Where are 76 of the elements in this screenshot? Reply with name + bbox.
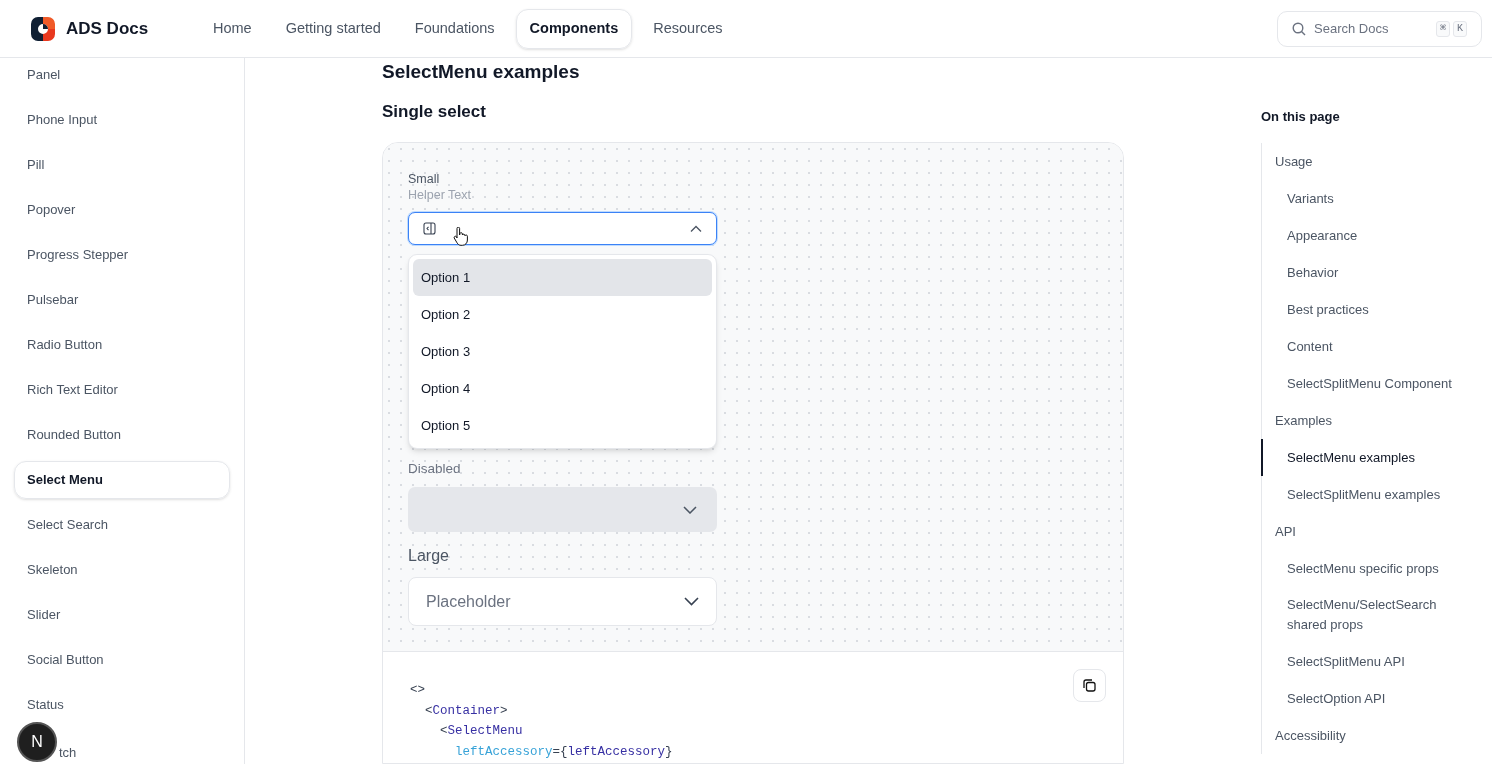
copy-icon xyxy=(1083,679,1096,692)
sidebar-item[interactable]: Popover xyxy=(14,191,230,229)
nav-tab[interactable]: Resources xyxy=(640,8,736,49)
sidebar-item[interactable]: Phone Input xyxy=(14,101,230,139)
menu-option[interactable]: Option 5 xyxy=(413,407,712,444)
sidebar-item[interactable]: Social Button xyxy=(14,641,230,679)
toc-link[interactable]: SelectMenu specific props xyxy=(1261,550,1492,587)
code-token: leftAccessory xyxy=(455,743,553,761)
hand-cursor-icon xyxy=(453,227,468,246)
toc-link[interactable]: Examples xyxy=(1261,402,1492,439)
select-input[interactable]: Placeholder xyxy=(426,589,684,614)
sidebar-item[interactable]: Pulsebar xyxy=(14,281,230,319)
sidebar-item[interactable]: Rich Text Editor xyxy=(14,371,230,409)
menu-option[interactable]: Option 4 xyxy=(413,370,712,407)
nav-tab[interactable]: Components xyxy=(515,8,633,49)
toc-link[interactable]: SelectSplitMenu API xyxy=(1261,643,1492,680)
sidebar-item[interactable]: tch xyxy=(59,743,77,763)
toc-title: On this page xyxy=(1261,109,1341,125)
code-token: SelectMenu xyxy=(447,723,523,740)
toc-link[interactable]: SelectSplitMenu Component xyxy=(1261,365,1492,402)
chevron-icon xyxy=(690,224,702,233)
nav-tab[interactable]: Getting started xyxy=(272,8,394,49)
helper-text: Helper Text xyxy=(408,187,472,203)
copy-button[interactable] xyxy=(1073,669,1106,702)
code-token: leftAccessory xyxy=(567,743,666,761)
toc-link[interactable]: Accessibility xyxy=(1261,717,1492,754)
select-menu[interactable] xyxy=(408,212,717,245)
code-token: < xyxy=(440,723,448,740)
sidebar-item[interactable]: Progress Stepper xyxy=(14,236,230,274)
sidebar-item[interactable]: Radio Button xyxy=(14,326,230,364)
toc-link[interactable]: Content xyxy=(1261,328,1492,365)
menu-option[interactable]: Option 2 xyxy=(413,296,712,333)
nav-tab[interactable]: Foundations xyxy=(401,8,508,49)
logo-icon xyxy=(30,15,56,42)
sidebar-item[interactable]: Panel xyxy=(14,58,230,94)
toc-link[interactable]: Appearance xyxy=(1261,217,1492,254)
toc-link[interactable]: Variants xyxy=(1261,180,1492,217)
code-token: < xyxy=(425,702,433,720)
keyboard-key: K xyxy=(1453,20,1467,37)
toc-link[interactable]: Behavior xyxy=(1261,254,1492,291)
menu-option[interactable]: Option 3 xyxy=(413,333,712,370)
nav-tab[interactable]: Home xyxy=(200,8,265,49)
sidebar-item[interactable]: Pill xyxy=(14,146,230,184)
keyboard-key: ⌘ xyxy=(1435,20,1450,37)
search-input[interactable]: Search Docs xyxy=(1314,18,1428,39)
sidebar-item[interactable]: Rounded Button xyxy=(14,416,230,454)
toc-link[interactable]: SelectMenu/SelectSearch shared props xyxy=(1261,587,1492,643)
sidebar-item[interactable]: Status xyxy=(14,686,230,724)
sidebar-toggle-icon xyxy=(423,222,436,235)
toc-link[interactable]: Usage xyxy=(1261,143,1492,180)
field-label: Large xyxy=(408,546,450,566)
toc-link[interactable]: SelectSplitMenu examples xyxy=(1261,476,1492,513)
sidebar-item[interactable]: Select Menu xyxy=(14,461,230,499)
code-token: > xyxy=(500,702,508,720)
section-heading: SelectMenu examples xyxy=(382,60,581,84)
toc-link[interactable]: SelectMenu examples xyxy=(1261,439,1492,476)
chevron-icon xyxy=(683,505,697,514)
field-label: Small xyxy=(408,171,441,187)
field-label: Disabled xyxy=(408,460,462,478)
sidebar-item[interactable]: Skeleton xyxy=(14,551,230,589)
toc-link[interactable]: SelectOption API xyxy=(1261,680,1492,717)
menu-option[interactable]: Option 1 xyxy=(413,259,712,296)
sidebar-item[interactable]: Select Search xyxy=(14,506,230,544)
code-token: } xyxy=(665,743,673,761)
code-token: Container xyxy=(432,702,501,720)
search-field[interactable]: Search Docs ⌘ K xyxy=(1277,10,1482,47)
sidebar-item[interactable]: Slider xyxy=(14,596,230,634)
search-icon xyxy=(1292,21,1306,36)
toc-link[interactable]: API xyxy=(1261,513,1492,550)
code-token: ={ xyxy=(552,743,568,761)
code-token: <> xyxy=(410,682,425,699)
chevron-icon xyxy=(684,597,699,606)
subsection-heading: Single select xyxy=(382,101,487,123)
toc-link[interactable]: Best practices xyxy=(1261,291,1492,328)
logo-text: ADS Docs xyxy=(66,17,149,40)
avatar-badge[interactable]: N xyxy=(17,722,57,762)
